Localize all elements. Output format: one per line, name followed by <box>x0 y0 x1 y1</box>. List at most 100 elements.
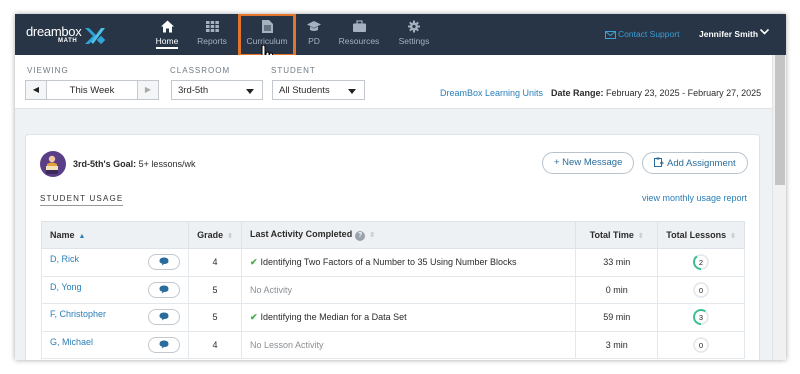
table-header-row: Name ▲ Grade ⬍ Last Activity Completed? ⬍ T… <box>40 221 745 249</box>
student-name-cell: G, Michael <box>40 330 190 359</box>
week-value: This Week <box>69 85 115 96</box>
col-name-header[interactable]: Name ▲ <box>40 221 190 249</box>
total-time-cell: 33 min <box>575 248 659 277</box>
nav-reports[interactable]: Reports <box>184 20 240 46</box>
message-student-button[interactable] <box>148 254 181 271</box>
nav-resources[interactable]: Resources <box>331 20 387 46</box>
logo-subtext: MATH <box>58 38 78 44</box>
sort-icon: ⬍ <box>730 233 736 240</box>
table-body: D, Rick 4 ✔ Identifying Two Factors of a Nu… <box>40 248 745 359</box>
total-time-cell: 3 min <box>575 330 659 359</box>
week-selector: ◀ This Week ▶ <box>25 80 159 100</box>
chat-bubble-icon <box>159 340 169 349</box>
activity-cell: ✔ Identifying the Median for a Data Set <box>240 303 577 332</box>
classroom-label: CLASSROOM <box>170 66 231 75</box>
classroom-value: 3rd-5th <box>178 85 209 96</box>
activity-cell: ✔ Identifying Two Factors of a Number to … <box>240 248 577 277</box>
gear-icon <box>408 20 420 33</box>
briefcase-icon <box>352 20 366 32</box>
total-lessons-cell: 0 <box>657 275 745 304</box>
col-lessons-header[interactable]: Total Lessons ⬍ <box>657 221 745 249</box>
activity-text: No Lesson Activity <box>250 339 324 350</box>
viewing-label: VIEWING <box>27 66 69 75</box>
chevron-down-icon[interactable] <box>760 29 769 35</box>
message-student-button[interactable] <box>148 336 181 353</box>
reader-icon <box>46 155 58 174</box>
add-assignment-button[interactable]: Add Assignment <box>642 152 748 174</box>
student-label: STUDENT <box>271 66 316 75</box>
goal-value: 5+ lessons/wk <box>138 159 196 169</box>
prev-week-button[interactable]: ◀ <box>26 81 47 99</box>
contact-support-link[interactable]: Contact Support <box>605 29 679 39</box>
help-icon[interactable]: ? <box>355 231 366 241</box>
date-range-value: February 23, 2025 - February 27, 2025 <box>606 88 762 98</box>
student-name-link[interactable]: F, Christopher <box>50 309 106 319</box>
dreambox-logo[interactable]: dreambox MATH <box>26 24 82 44</box>
nav-home-label: Home <box>155 36 179 49</box>
message-student-button[interactable] <box>148 281 181 298</box>
add-assignment-label: Add Assignment <box>667 158 736 169</box>
col-grade-label: Grade <box>197 230 224 240</box>
student-name-link[interactable]: G, Michael <box>50 337 93 347</box>
table-row: G, Michael 4 No Lesson Activity 3 min 0 <box>40 330 745 359</box>
new-message-button[interactable]: + New Message <box>542 152 635 174</box>
table-row: D, Rick 4 ✔ Identifying Two Factors of a Nu… <box>40 248 745 277</box>
sort-icon: ⬍ <box>227 233 233 240</box>
nav-settings[interactable]: Settings <box>386 20 442 46</box>
col-activity-header[interactable]: Last Activity Completed? ⬍ <box>240 221 577 249</box>
logo-mark-icon <box>85 28 106 45</box>
monthly-usage-link[interactable]: view monthly usage report <box>642 193 747 203</box>
date-range: Date Range: February 23, 2025 - February… <box>551 88 761 98</box>
total-time-cell: 0 min <box>575 275 659 304</box>
student-usage-title: STUDENT USAGE <box>40 194 124 206</box>
next-week-button[interactable]: ▶ <box>137 81 158 99</box>
col-lessons-label: Total Lessons <box>666 230 727 240</box>
nav-settings-label: Settings <box>398 36 430 46</box>
total-lessons-cell: 2 <box>657 248 745 277</box>
col-time-header[interactable]: Total Time ⬍ <box>575 221 659 249</box>
home-icon <box>160 20 174 33</box>
sort-asc-icon: ▲ <box>78 233 86 240</box>
caret-down-icon <box>246 89 254 94</box>
table-row: F, Christopher 5 ✔ Identifying the Median f… <box>40 303 745 332</box>
lesson-count: 2 <box>699 258 703 267</box>
learning-units-link[interactable]: DreamBox Learning Units <box>440 88 543 98</box>
sort-icon: ⬍ <box>369 232 376 239</box>
lesson-count: 0 <box>699 286 703 295</box>
message-student-button[interactable] <box>148 309 181 326</box>
contact-support-label: Contact Support <box>618 29 680 39</box>
nav-pd-label: PD <box>308 36 320 46</box>
table-row: D, Yong 5 No Activity 0 min 0 <box>40 275 745 304</box>
grade-cell: 4 <box>188 330 242 359</box>
student-select[interactable]: All Students <box>272 80 365 100</box>
top-nav: dreambox MATH Home Reports Curriculum PD… <box>15 14 786 55</box>
student-name-link[interactable]: D, Rick <box>50 254 79 264</box>
activity-cell: No Activity <box>240 275 577 304</box>
col-name-label: Name <box>50 230 75 240</box>
class-goal: 3rd-5th's Goal: 5+ lessons/wk <box>73 159 195 169</box>
lesson-count: 0 <box>699 341 703 350</box>
chat-bubble-icon <box>159 312 169 321</box>
grade-cell: 5 <box>188 275 242 304</box>
scrollbar-thumb[interactable] <box>775 55 785 185</box>
checkmark-icon: ✔ <box>250 256 258 267</box>
activity-text: No Activity <box>250 284 293 295</box>
classroom-avatar <box>40 151 66 177</box>
page-scrollbar[interactable] <box>772 55 786 360</box>
user-menu[interactable]: Jennifer Smith <box>699 29 758 39</box>
sort-icon: ⬍ <box>637 233 644 240</box>
grade-cell: 5 <box>188 303 242 332</box>
student-name-cell: F, Christopher <box>40 303 190 332</box>
lesson-progress-ring: 3 <box>693 309 710 326</box>
assignment-icon <box>654 157 664 167</box>
activity-text: Identifying Two Factors of a Number to 3… <box>260 256 517 267</box>
grid-icon <box>205 21 219 32</box>
col-grade-header[interactable]: Grade ⬍ <box>188 221 242 249</box>
lesson-progress-ring: 2 <box>693 254 710 271</box>
checkmark-icon: ✔ <box>250 311 258 322</box>
classroom-select[interactable]: 3rd-5th <box>171 80 263 100</box>
nav-reports-label: Reports <box>197 36 227 46</box>
activity-cell: No Lesson Activity <box>240 330 577 359</box>
student-name-link[interactable]: D, Yong <box>50 282 82 292</box>
total-lessons-cell: 3 <box>657 303 745 332</box>
